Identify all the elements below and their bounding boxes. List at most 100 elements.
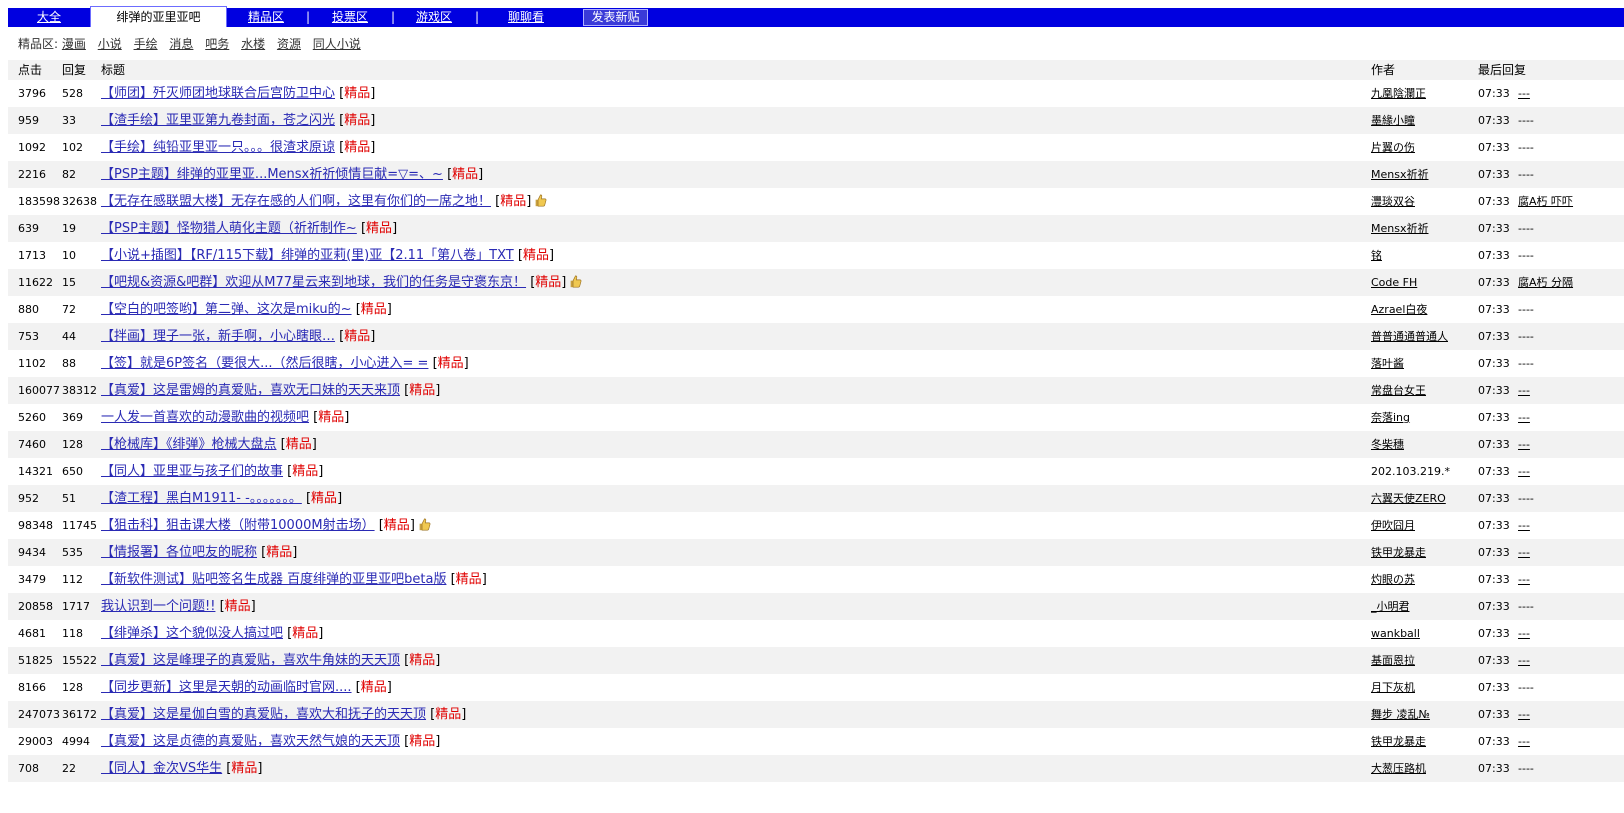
subnav-item-news[interactable]: 消息: [169, 37, 193, 51]
thread-title-link[interactable]: 【拌画】理子一张，新手啊，小心瞎眼…: [101, 329, 335, 344]
author-link[interactable]: 墨緣小瞳: [1371, 114, 1415, 127]
new-post-button[interactable]: 发表新贴: [583, 9, 648, 26]
subnav-item-resources[interactable]: 资源: [277, 37, 301, 51]
author-link[interactable]: 灃琰双谷: [1371, 195, 1415, 208]
thread-title-link[interactable]: 【空白的吧签哟】第二弹、这次是miku的~: [101, 302, 352, 317]
author-link[interactable]: 六翼天使ZERO: [1371, 492, 1446, 505]
last-reply-link[interactable]: ---: [1518, 438, 1530, 451]
last-reply-link[interactable]: 腐A朽 分隔: [1518, 276, 1573, 289]
tab-featured[interactable]: 精品区: [240, 8, 292, 27]
author-link[interactable]: 舞步 凌乱№: [1371, 708, 1430, 721]
author-cell: Mensx祈祈: [1371, 215, 1477, 242]
last-reply-link[interactable]: ---: [1518, 87, 1530, 100]
author-link[interactable]: _小明君: [1371, 600, 1410, 613]
thread-title-link[interactable]: 【新软件测试】贴吧签名生成器 百度绯弹的亚里亚吧beta版: [101, 572, 446, 587]
thread-title-link[interactable]: 【同人】金次VS华生: [101, 761, 222, 776]
subnav-item-novels[interactable]: 小说: [98, 37, 122, 51]
author-link[interactable]: 铁甲龙暴走: [1371, 546, 1426, 559]
click-count: 4681: [18, 627, 46, 640]
author-link[interactable]: Mensx祈祈: [1371, 168, 1428, 181]
subnav-item-fan-novels[interactable]: 同人小说: [313, 37, 361, 51]
thread-title-link[interactable]: 【狙击科】狙击课大楼（附带10000M射击场）: [101, 518, 375, 533]
thread-title-link[interactable]: 【同人】亚里亚与孩子们的故事: [101, 464, 283, 479]
tab-forum-home[interactable]: 绯弹的亚里亚吧: [90, 6, 227, 27]
last-reply-time: 07:33: [1478, 222, 1510, 235]
author-link[interactable]: 月下灰机: [1371, 681, 1415, 694]
author-link[interactable]: 伊吹囧月: [1371, 519, 1415, 532]
tab-vote[interactable]: 投票区: [324, 8, 376, 27]
thread-title-link[interactable]: 【PSP主题】绯弹的亚里亚...Mensx祈祈倾情巨献=▽=、~: [101, 167, 443, 182]
thread-title-link[interactable]: 【渣工程】黑白M1911- -。。。。。。。: [101, 491, 302, 506]
subnav-item-admin[interactable]: 吧务: [205, 37, 229, 51]
author-link[interactable]: 冬柴穗: [1371, 438, 1404, 451]
last-reply-link[interactable]: ---: [1518, 654, 1530, 667]
thread-title-link[interactable]: 【无存在感联盟大楼】无存在感的人们啊，这里有你们的一席之地！: [101, 194, 491, 209]
author-link[interactable]: 普普通通普通人: [1371, 330, 1448, 343]
last-reply-text: ----: [1518, 303, 1534, 316]
featured-subnav: 精品区: 漫画 小说 手绘 消息 吧务 水楼 资源 同人小说: [18, 36, 369, 52]
thread-title-link[interactable]: 【同步更新】这里是天朝的动画临时官网....: [101, 680, 352, 695]
author-link[interactable]: 奈落ing: [1371, 411, 1410, 424]
thread-title-link[interactable]: 【真爱】这是星伽白雪的真爱贴，喜欢大和抚子的天天顶: [101, 707, 426, 722]
thread-title-link[interactable]: 【枪械库】《绯弹》枪械大盘点: [101, 437, 277, 452]
featured-tag: [精品]: [495, 194, 532, 209]
author-link[interactable]: 铁甲龙暴走: [1371, 735, 1426, 748]
subnav-item-drawings[interactable]: 手绘: [134, 37, 158, 51]
author-link[interactable]: Azrael白夜: [1371, 303, 1427, 316]
tab-chat[interactable]: 聊聊看: [500, 8, 552, 27]
featured-tag: [精品]: [339, 329, 376, 344]
thread-title-link[interactable]: 【师团】歼灭师团地球联合后宫防卫中心: [101, 86, 335, 101]
last-reply-link[interactable]: ---: [1518, 546, 1530, 559]
subnav-item-comics[interactable]: 漫画: [62, 37, 86, 51]
last-reply-link[interactable]: ---: [1518, 573, 1530, 586]
thread-title-link[interactable]: 【真爱】这是峰理子的真爱贴，喜欢牛角妹的天天顶: [101, 653, 400, 668]
thread-title-link[interactable]: 一人发一首喜欢的动漫歌曲的视频吧: [101, 410, 309, 425]
last-reply-time: 07:33: [1478, 411, 1510, 424]
reply-count: 118: [62, 627, 83, 640]
last-reply-link[interactable]: ---: [1518, 519, 1530, 532]
last-reply-link[interactable]: ---: [1518, 708, 1530, 721]
author-link[interactable]: 落叶酱: [1371, 357, 1404, 370]
author-link[interactable]: Code FH: [1371, 276, 1417, 289]
author-cell: Code FH: [1371, 269, 1477, 296]
last-reply-link[interactable]: ---: [1518, 627, 1530, 640]
thread-title-link[interactable]: 我认识到一个问题!!: [101, 599, 215, 614]
featured-tag-label: 精品: [366, 221, 393, 236]
author-cell: 片翼の伤: [1371, 134, 1477, 161]
author-link[interactable]: 片翼の伤: [1371, 141, 1415, 154]
thread-table-header: 点击 回复 标题 作者 最后回复: [8, 60, 1624, 80]
thread-title-link[interactable]: 【手绘】纯铅亚里亚一只。。。很渣求原谅: [101, 140, 335, 155]
author-link[interactable]: 大葱压路机: [1371, 762, 1426, 775]
thread-title-cell: 【狙击科】狙击课大楼（附带10000M射击场） [精品]: [101, 512, 1371, 539]
thread-title-link[interactable]: 【绯弹杀】这个貌似没人搞过吧: [101, 626, 283, 641]
last-reply-link[interactable]: ---: [1518, 465, 1530, 478]
author-link[interactable]: wankball: [1371, 627, 1420, 640]
click-count: 51825: [18, 654, 53, 667]
thread-title-link[interactable]: 【小说+插图】【RF/115下载】绯弹的亚莉(里)亚【2.11「第八卷」TXT: [101, 248, 514, 263]
last-reply-time: 07:33: [1478, 114, 1510, 127]
last-reply-time: 07:33: [1478, 465, 1510, 478]
thread-title-link[interactable]: 【吧规&资源&吧群】欢迎从M77星云来到地球，我们的任务是守褒东京！: [101, 275, 526, 290]
click-count: 1102: [18, 357, 46, 370]
thread-title-link[interactable]: 【渣手绘】亚里亚第九卷封面，苍之闪光: [101, 113, 335, 128]
tab-games[interactable]: 游戏区: [408, 8, 460, 27]
thread-title-link[interactable]: 【真爱】这是雷姆的真爱贴，喜欢无口妹的天天来顶: [101, 383, 400, 398]
thread-title-link[interactable]: 【情报署】各位吧友的昵称: [101, 545, 257, 560]
author-link[interactable]: 灼眼の苏: [1371, 573, 1415, 586]
tab-all[interactable]: 大全: [8, 8, 90, 27]
thread-title-cell: 【同人】金次VS华生 [精品]: [101, 755, 1371, 782]
author-link[interactable]: Mensx祈祈: [1371, 222, 1428, 235]
reply-count: 1717: [62, 600, 90, 613]
subnav-item-water[interactable]: 水楼: [241, 37, 265, 51]
author-link[interactable]: 九凰陰瀾正: [1371, 87, 1426, 100]
last-reply-link[interactable]: 腐A朽 吓吓: [1518, 195, 1573, 208]
author-link[interactable]: 基面恩拉: [1371, 654, 1415, 667]
last-reply-link[interactable]: ---: [1518, 735, 1530, 748]
thread-title-link[interactable]: 【PSP主题】怪物猎人萌化主题（祈祈制作~: [101, 221, 357, 236]
last-reply-link[interactable]: ---: [1518, 384, 1530, 397]
author-link[interactable]: 常盘台女王: [1371, 384, 1426, 397]
author-link[interactable]: 铭: [1371, 249, 1382, 262]
last-reply-link[interactable]: ---: [1518, 411, 1530, 424]
thread-title-link[interactable]: 【签】就是6P签名（要很大...（然后很瞎，小心进入= =: [101, 356, 428, 371]
thread-title-link[interactable]: 【真爱】这是贞德的真爱贴，喜欢天然气娘的天天顶: [101, 734, 400, 749]
